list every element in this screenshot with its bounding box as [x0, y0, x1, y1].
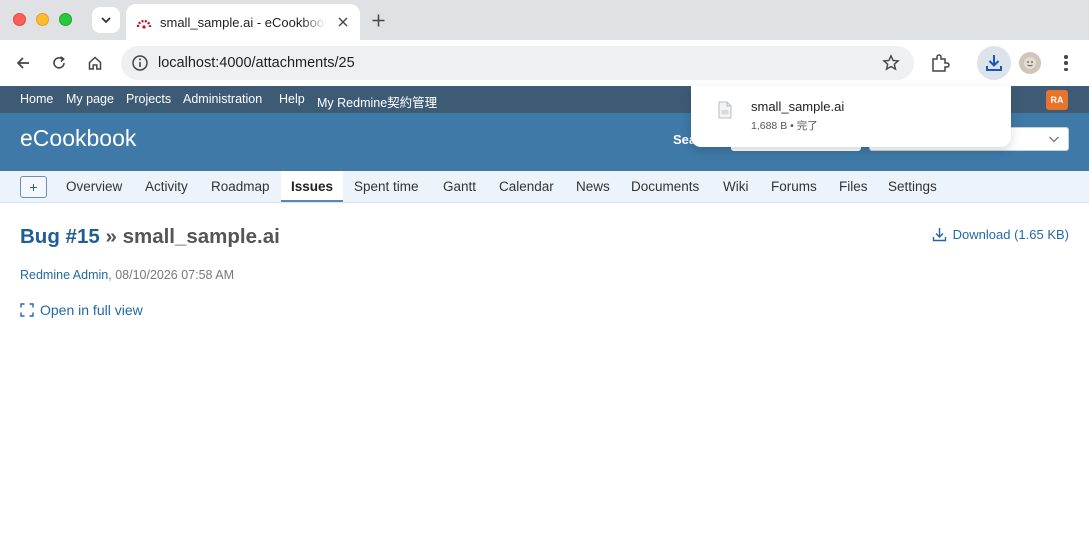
top-menu-home[interactable]: Home [20, 92, 53, 106]
tab-issues[interactable]: Issues [281, 171, 344, 202]
download-icon [986, 55, 1002, 71]
new-object-button[interactable]: + [20, 176, 47, 198]
tab-files[interactable]: Files [839, 171, 868, 202]
tab-forums[interactable]: Forums [771, 171, 817, 202]
address-bar[interactable]: localhost:4000/attachments/25 [121, 46, 914, 80]
issue-link[interactable]: Bug #15 [20, 225, 100, 248]
browser-tab[interactable]: small_sample.ai - eCookbook [126, 4, 360, 40]
open-full-view-link[interactable]: Open in full view [20, 302, 143, 318]
tab-close-button[interactable] [334, 13, 352, 31]
redmine-favicon [136, 19, 152, 29]
window-maximize-button[interactable] [59, 13, 72, 26]
kebab-menu-icon[interactable] [1058, 53, 1074, 73]
new-tab-button[interactable] [368, 10, 388, 30]
download-item-name[interactable]: small_sample.ai [751, 99, 844, 114]
page-title: Bug #15 » small_sample.ai [20, 225, 280, 249]
back-icon [16, 57, 29, 69]
content-area: Bug #15 » small_sample.ai Download (1.65… [0, 203, 1089, 550]
window-close-button[interactable] [13, 13, 26, 26]
project-title: eCookbook [20, 125, 137, 151]
download-label: Download (1.65 KB) [952, 227, 1069, 242]
downloads-bubble: small_sample.ai 1,688 B • 完了 [691, 86, 1011, 147]
url-text[interactable]: localhost:4000/attachments/25 [158, 55, 355, 71]
author-line: Redmine Admin, 08/10/2026 07:58 AM [20, 268, 234, 282]
breadcrumb-separator: » [105, 225, 117, 248]
download-icon [932, 228, 946, 242]
site-info-icon[interactable] [131, 54, 149, 72]
back-button[interactable] [11, 51, 35, 75]
home-button[interactable] [83, 51, 107, 75]
tab-title: small_sample.ai - eCookbook [160, 14, 326, 30]
top-menu-help[interactable]: Help [279, 92, 305, 106]
tab-calendar[interactable]: Calendar [499, 171, 554, 202]
tab-activity[interactable]: Activity [145, 171, 188, 202]
chevron-down-icon [1049, 136, 1059, 143]
profile-icon [1024, 57, 1036, 69]
browser-toolbar: localhost:4000/attachments/25 [0, 40, 1089, 86]
extensions-icon[interactable] [929, 52, 951, 74]
attachment-title: small_sample.ai [122, 225, 280, 248]
downloads-button[interactable] [977, 46, 1011, 80]
open-full-view-label: Open in full view [40, 302, 143, 318]
top-menu-my-page[interactable]: My page [66, 92, 114, 106]
download-item-status: 1,688 B • 完了 [751, 120, 818, 132]
tab-roadmap[interactable]: Roadmap [211, 171, 270, 202]
top-menu-projects[interactable]: Projects [126, 92, 171, 106]
tab-news[interactable]: News [576, 171, 610, 202]
tab-overview[interactable]: Overview [66, 171, 122, 202]
home-icon [88, 56, 102, 70]
tab-search-button[interactable] [92, 7, 120, 33]
tab-settings[interactable]: Settings [888, 171, 937, 202]
plus-icon [372, 14, 384, 26]
timestamp: , 08/10/2026 07:58 AM [108, 268, 235, 282]
reload-button[interactable] [47, 51, 71, 75]
top-menu-administration[interactable]: Administration [183, 92, 262, 106]
download-link[interactable]: Download (1.65 KB) [932, 227, 1069, 242]
profile-button[interactable] [1019, 52, 1041, 74]
tab-documents[interactable]: Documents [631, 171, 699, 202]
file-icon [718, 101, 732, 119]
tab-search-icon [101, 17, 111, 24]
window-minimize-button[interactable] [36, 13, 49, 26]
author-link[interactable]: Redmine Admin [20, 268, 108, 282]
fullscreen-icon [20, 303, 34, 317]
top-menu-my-redmine[interactable]: My Redmine契約管理 [317, 92, 437, 111]
tab-gantt[interactable]: Gantt [443, 171, 476, 202]
user-avatar-badge[interactable]: RA [1046, 90, 1068, 110]
reload-icon [53, 56, 65, 69]
tab-spent-time[interactable]: Spent time [354, 171, 419, 202]
tab-wiki[interactable]: Wiki [723, 171, 749, 202]
main-menu: + Overview Activity Roadmap Issues Spent… [0, 171, 1089, 203]
close-icon [338, 17, 348, 27]
star-icon[interactable] [882, 54, 900, 72]
tab-strip: small_sample.ai - eCookbook [0, 0, 1089, 40]
